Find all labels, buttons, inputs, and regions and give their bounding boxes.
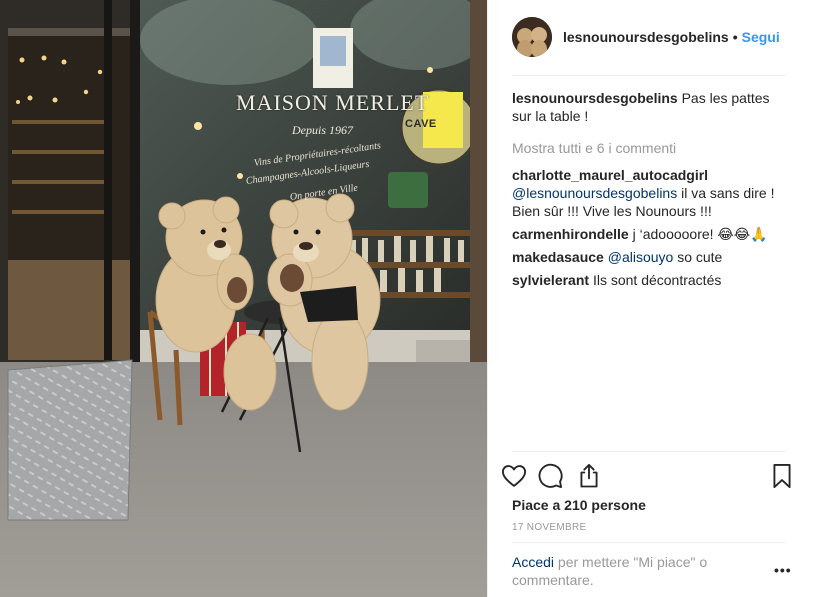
header-separator: • (732, 29, 738, 45)
cave-badge-text: CAVE (405, 118, 437, 130)
post-side-panel: lesnounoursdesgobelins • Segui lesnounou… (487, 0, 823, 597)
avatar-image (512, 17, 552, 57)
comment-item: sylvielerant Ils sont décontractés (512, 271, 790, 289)
heart-icon[interactable] (500, 462, 528, 490)
comment-text: j ‘adooooore! 😂😂🙏 (632, 226, 768, 242)
login-link[interactable]: Accedi (512, 554, 554, 570)
comments-section: lesnounoursdesgobelins Pas les pattes su… (512, 89, 790, 289)
comment-item: carmenhirondelle j ‘adooooore! 😂😂🙏 (512, 225, 790, 243)
comment-username-link[interactable]: sylvielerant (512, 272, 589, 288)
comment-username-link[interactable]: charlotte_maurel_autocadgirl (512, 167, 708, 183)
divider (512, 75, 786, 76)
shop-sign-since: Depuis 1967 (292, 123, 353, 137)
comment-icon[interactable] (536, 462, 564, 490)
caption-username-link[interactable]: lesnounoursdesgobelins (512, 90, 678, 106)
comment-mention-link[interactable]: @alisouyo (608, 249, 674, 265)
comment-username-link[interactable]: makedasauce (512, 249, 604, 265)
divider (512, 451, 786, 452)
shop-sign-title: MAISON MERLET (236, 90, 430, 115)
post-caption: lesnounoursdesgobelins Pas les pattes su… (512, 89, 790, 125)
post-header: lesnounoursdesgobelins • Segui (512, 16, 786, 58)
login-prompt: Accedi per mettere "Mi piace" o commenta… (512, 553, 742, 589)
comment-mention-link[interactable]: @lesnounoursdesgobelins (512, 185, 677, 201)
comment-username-link[interactable]: carmenhirondelle (512, 226, 629, 242)
comment-item: charlotte_maurel_autocadgirl @lesnounour… (512, 166, 790, 220)
view-all-comments-link[interactable]: Mostra tutti e 6 i commenti (512, 139, 790, 157)
instagram-post: MAISON MERLET Depuis 1967 Vins de Propri… (0, 0, 823, 597)
bookmark-icon[interactable] (768, 462, 796, 490)
post-actions-bar (501, 460, 792, 494)
comment-text: Ils sont décontractés (592, 272, 722, 288)
header-username-link[interactable]: lesnounoursdesgobelins (563, 29, 729, 45)
post-date[interactable]: 17 NOVEMBRE (512, 522, 586, 533)
share-icon[interactable] (575, 462, 603, 490)
post-photo[interactable]: MAISON MERLET Depuis 1967 Vins de Propri… (0, 0, 487, 597)
divider (512, 542, 786, 543)
comment-item: makedasauce @alisouyo so cute (512, 248, 790, 266)
follow-button[interactable]: Segui (742, 29, 780, 45)
more-options-icon[interactable]: ••• (774, 562, 792, 578)
comment-text: so cute (673, 249, 723, 265)
avatar[interactable] (512, 17, 552, 57)
likes-count[interactable]: Piace a 210 persone (512, 497, 646, 513)
